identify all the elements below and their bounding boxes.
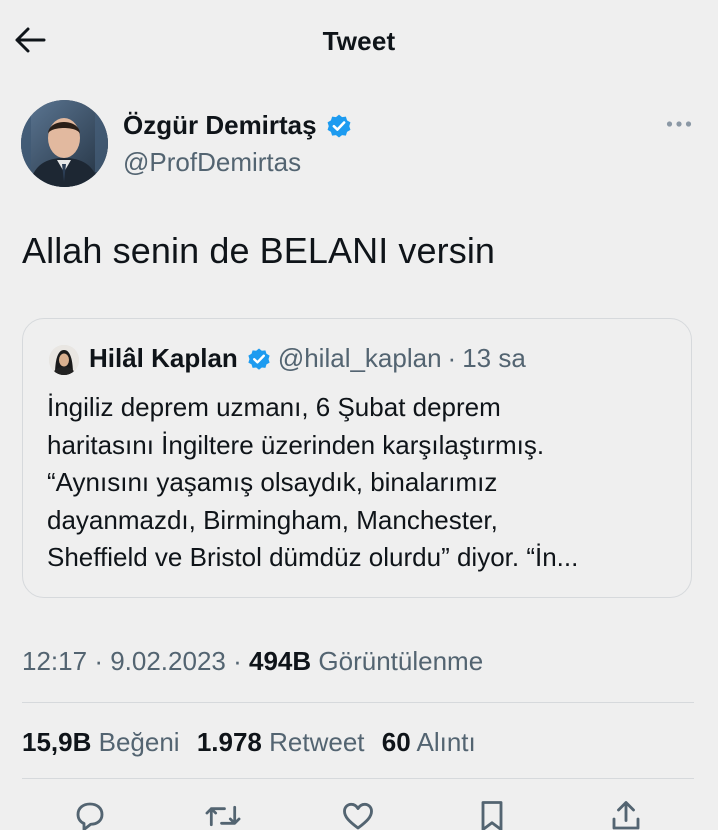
share-button[interactable] bbox=[606, 798, 646, 830]
author-avatar[interactable] bbox=[21, 100, 108, 187]
separator-dot: · bbox=[447, 343, 457, 373]
share-icon bbox=[612, 801, 640, 830]
quoted-text-line: Sheffield ve Bristol dümdüz olurdu” diyo… bbox=[47, 542, 579, 572]
verified-badge-icon bbox=[248, 347, 270, 370]
quoted-tweet-card[interactable]: Hilâl Kaplan @hilal_kaplan · 13 sa İngil… bbox=[22, 318, 692, 598]
divider bbox=[22, 702, 694, 703]
tweet-meta: 12:17 · 9.02.2023 · 494B Görüntülenme bbox=[22, 646, 483, 677]
tweet-date[interactable]: 9.02.2023 bbox=[110, 646, 226, 676]
more-options-button[interactable] bbox=[664, 112, 694, 136]
quoted-text-line: “Aynısını yaşamış olsaydık, binalarımız bbox=[47, 467, 498, 497]
likes-count: 15,9B bbox=[22, 727, 92, 757]
quoted-time-ago: 13 sa bbox=[462, 343, 526, 373]
quoted-text-line: dayanmazdı, Birmingham, Manchester, bbox=[47, 504, 498, 535]
author-name[interactable]: Özgür Demirtaş bbox=[123, 110, 317, 141]
reply-icon bbox=[76, 802, 104, 830]
quotes-count: 60 bbox=[381, 727, 411, 757]
retweet-icon bbox=[205, 805, 241, 827]
divider bbox=[22, 778, 694, 779]
heart-icon bbox=[343, 802, 373, 830]
like-button[interactable] bbox=[338, 798, 378, 830]
author-handle[interactable]: @ProfDemirtas bbox=[123, 147, 301, 178]
quoted-author-avatar bbox=[49, 345, 79, 375]
quoted-text-line: İngiliz deprem uzmanı, 6 Şubat deprem bbox=[47, 392, 501, 422]
bookmark-button[interactable] bbox=[472, 798, 512, 830]
quoted-tweet-text: İngiliz deprem uzmanı, 6 Şubat deprem ha… bbox=[47, 389, 687, 577]
bookmark-icon bbox=[481, 801, 503, 830]
quoted-tweet-header: Hilâl Kaplan @hilal_kaplan · 13 sa bbox=[89, 343, 526, 374]
quoted-author-name: Hilâl Kaplan bbox=[89, 343, 238, 373]
author-name-row[interactable]: Özgür Demirtaş bbox=[123, 110, 353, 141]
retweets-label: Retweet bbox=[269, 727, 365, 757]
tweet-time[interactable]: 12:17 bbox=[22, 646, 87, 676]
separator-dot: · bbox=[94, 646, 111, 676]
separator-dot: · bbox=[233, 646, 249, 676]
quoted-text-line: haritasını İngiltere üzerinden karşılaşt… bbox=[47, 429, 545, 460]
likes-stat[interactable]: 15,9B Beğeni bbox=[22, 727, 187, 757]
more-horizontal-icon bbox=[666, 121, 692, 127]
tweet-text: Allah senin de BELANI versin bbox=[22, 230, 496, 271]
quoted-author-handle: @hilal_kaplan bbox=[277, 343, 442, 373]
retweets-stat[interactable]: 1.978 Retweet bbox=[197, 727, 372, 757]
views-count: 494B bbox=[249, 646, 312, 676]
reply-button[interactable] bbox=[70, 798, 110, 830]
quotes-label: Alıntı bbox=[416, 727, 476, 757]
tweet-detail-page: Tweet Özgür Demirtaş @ProfDemirtas Allah… bbox=[0, 0, 718, 830]
retweet-button[interactable] bbox=[203, 798, 243, 830]
views-label: Görüntülenme bbox=[318, 646, 484, 676]
likes-label: Beğeni bbox=[98, 727, 180, 757]
page-title: Tweet bbox=[322, 26, 396, 56]
top-bar: Tweet bbox=[0, 0, 718, 80]
verified-badge-icon bbox=[327, 114, 351, 138]
retweets-count: 1.978 bbox=[196, 727, 262, 757]
engagement-stats: 15,9B Beğeni 1.978 Retweet 60 Alıntı bbox=[22, 727, 486, 758]
quotes-stat[interactable]: 60 Alıntı bbox=[382, 727, 476, 757]
